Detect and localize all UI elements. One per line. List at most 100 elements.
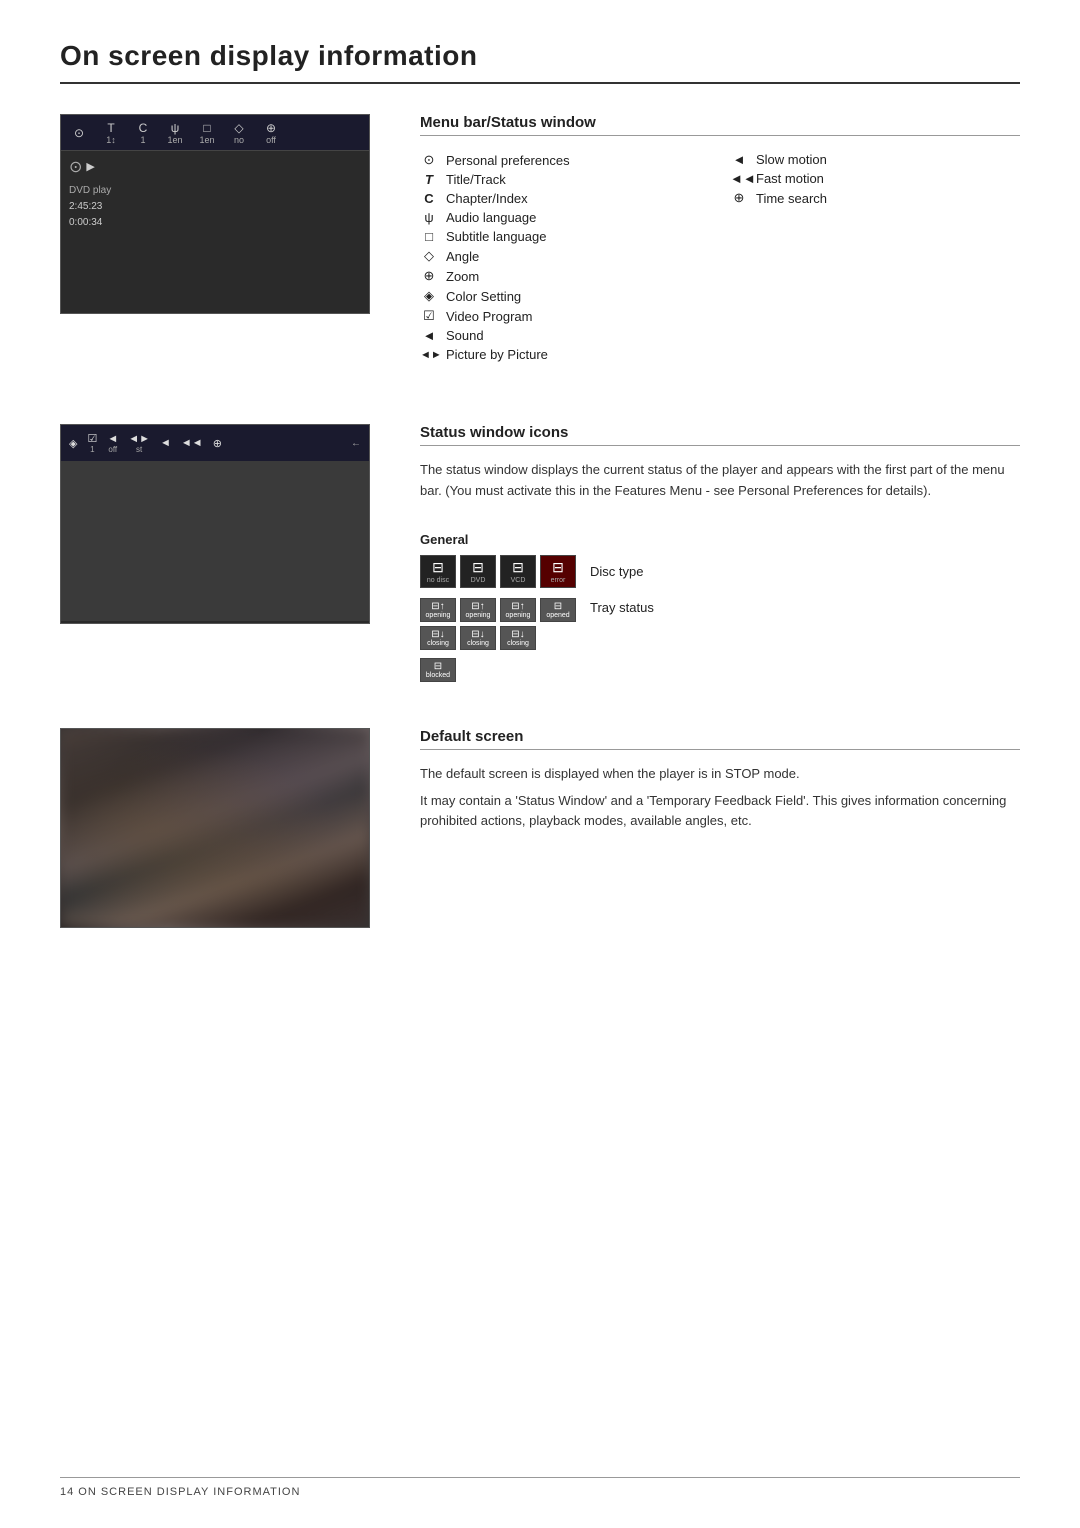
tray-closing-2: ⊟↓ closing <box>460 626 496 650</box>
chapter-index-icon: C <box>420 191 438 206</box>
tray-opening-3: ⊟↑ opening <box>500 598 536 622</box>
title-val: 1↕ <box>106 135 116 145</box>
menu-item-color: ◈ Color Setting <box>420 286 710 306</box>
menu-item-audio-lang: ψ Audio language <box>420 208 710 227</box>
zoom-label: Zoom <box>446 269 479 284</box>
color-setting-icon: ◈ <box>420 288 438 304</box>
dvd-side-info: ⊙ ▶ DVD play 2:45:23 0:00:34 <box>69 155 111 231</box>
sound-icon: ◄ <box>420 328 438 343</box>
menu-bar-title: T 1↕ <box>101 121 121 145</box>
disc-type-label: Disc type <box>590 564 643 579</box>
subtitle-lang-label: Subtitle language <box>446 229 546 244</box>
tray-opening-row: ⊟↑ opening ⊟↑ opening ⊟↑ opening ⊟ <box>420 598 576 622</box>
status-pbp-icon: ◄► <box>128 433 150 445</box>
subtitle-icon: □ <box>203 121 210 135</box>
default-desc1: The default screen is displayed when the… <box>420 764 1020 785</box>
zoom-icon: ⊕ <box>266 121 276 135</box>
menu-item-time-search: ⊕ Time search <box>730 188 1020 208</box>
status-icons-description: Status window icons The status window di… <box>420 424 1020 688</box>
title-track-label: Title/Track <box>446 172 506 187</box>
sound-label: Sound <box>446 328 484 343</box>
status-content-area <box>61 461 369 621</box>
tray-opening-2: ⊟↑ opening <box>460 598 496 622</box>
video-program-label: Video Program <box>446 309 532 324</box>
status-slow-icon: ◄ <box>160 437 171 449</box>
tray-icons-col: ⊟↑ opening ⊟↑ opening ⊟↑ opening ⊟ <box>420 598 576 682</box>
chapter-val: 1 <box>140 135 145 145</box>
personal-pref-label: Personal preferences <box>446 153 570 168</box>
tray-icons-row: ⊟↑ opening ⊟↑ opening ⊟↑ opening ⊟ <box>420 598 1020 682</box>
zoom-val: off <box>266 135 276 145</box>
dvd-time2: 0:00:34 <box>69 215 111 231</box>
slow-motion-icon: ◄ <box>730 152 748 167</box>
tray-blocked: ⊟ blocked <box>420 658 456 682</box>
status-item-time: ⊕ <box>213 437 222 450</box>
disc-icon-vcd: ⊟ VCD <box>500 555 536 588</box>
pbp-icon: ◄► <box>420 349 438 361</box>
status-screen: ◈ ☑ 1 ◄ off ◄► st ◄ ◄◄ <box>60 424 370 624</box>
dvd-label: DVD play <box>69 183 111 199</box>
personal-pref-icon: ⊙ <box>420 152 438 168</box>
status-item-sound: ◄ off <box>107 433 118 454</box>
dvd-menu-bar: ⊙ T 1↕ C 1 ψ 1en □ 1en <box>61 115 369 151</box>
status-screen-panel: ◈ ☑ 1 ◄ off ◄► st ◄ ◄◄ <box>60 424 380 688</box>
dvd-time1: 2:45:23 <box>69 199 111 215</box>
video-program-icon: ☑ <box>420 308 438 324</box>
personal-icon: ⊙ <box>74 126 84 140</box>
footer-text: 14 ON SCREEN DISPLAY INFORMATION <box>60 1486 300 1498</box>
status-fast-icon: ◄◄ <box>181 437 203 449</box>
section-default-screen: Default screen The default screen is dis… <box>60 728 1020 928</box>
footer: 14 ON SCREEN DISPLAY INFORMATION <box>60 1477 1020 1498</box>
disc-icons-row: ⊟ no disc ⊟ DVD ⊟ VCD ⊟ error Disc type <box>420 555 1020 588</box>
audio-val: 1en <box>167 135 182 145</box>
status-time-icon: ⊕ <box>213 437 222 450</box>
general-label: General <box>420 532 1020 547</box>
status-item-pbp: ◄► st <box>128 433 150 454</box>
section-status-icons: ◈ ☑ 1 ◄ off ◄► st ◄ ◄◄ <box>60 424 1020 688</box>
menu-bar-zoom: ⊕ off <box>261 121 281 145</box>
default-screen-image <box>60 728 370 928</box>
tray-status-label: Tray status <box>590 600 654 615</box>
time-search-icon: ⊕ <box>730 190 748 206</box>
chapter-index-label: Chapter/Index <box>446 191 528 206</box>
tray-opened: ⊟ opened <box>540 598 576 622</box>
menu-items-left-col: ⊙ Personal preferences T Title/Track C C… <box>420 150 710 364</box>
menu-item-angle: ◇ Angle <box>420 246 710 266</box>
menu-item-subtitle-lang: □ Subtitle language <box>420 227 710 246</box>
menu-bar-chapter: C 1 <box>133 121 153 145</box>
menu-item-slow: ◄ Slow motion <box>730 150 1020 169</box>
slow-motion-label: Slow motion <box>756 152 827 167</box>
dvd-screen: ⊙ T 1↕ C 1 ψ 1en □ 1en <box>60 114 370 314</box>
disc-icon-nodisc: ⊟ no disc <box>420 555 456 588</box>
disc-icon-error: ⊟ error <box>540 555 576 588</box>
default-screen-description: Default screen The default screen is dis… <box>420 728 1020 928</box>
tray-closing-1: ⊟↓ closing <box>420 626 456 650</box>
angle-icon: ◇ <box>234 121 243 135</box>
pbp-label: Picture by Picture <box>446 347 548 362</box>
menu-bar-subtitle: □ 1en <box>197 121 217 145</box>
menu-item-personal: ⊙ Personal preferences <box>420 150 710 170</box>
default-desc2: It may contain a 'Status Window' and a '… <box>420 791 1020 833</box>
tray-closing-3: ⊟↓ closing <box>500 626 536 650</box>
angle-val: no <box>234 135 244 145</box>
audio-icon: ψ <box>171 121 180 135</box>
section-menu-bar: ⊙ T 1↕ C 1 ψ 1en □ 1en <box>60 114 1020 384</box>
audio-lang-label: Audio language <box>446 210 536 225</box>
angle-menu-icon: ◇ <box>420 248 438 264</box>
status-video-icon: ☑ <box>87 432 97 445</box>
menu-item-pbp: ◄► Picture by Picture <box>420 345 710 364</box>
subtitle-lang-icon: □ <box>420 229 438 244</box>
default-screen-panel <box>60 728 380 928</box>
section2-header: Status window icons <box>420 424 1020 446</box>
angle-label: Angle <box>446 249 479 264</box>
audio-lang-icon: ψ <box>420 210 438 225</box>
menu-bar-personal: ⊙ <box>69 126 89 140</box>
title-icon: T <box>107 121 114 135</box>
status-item-video: ☑ 1 <box>87 432 97 454</box>
menu-bar-description: Menu bar/Status window ⊙ Personal prefer… <box>420 114 1020 384</box>
menu-items-right-col: ◄ Slow motion ◄◄ Fast motion ⊕ Time sear… <box>730 150 1020 364</box>
tray-opening-1: ⊟↑ opening <box>420 598 456 622</box>
menu-item-title: T Title/Track <box>420 170 710 189</box>
subtitle-val: 1en <box>199 135 214 145</box>
time-search-label: Time search <box>756 191 827 206</box>
